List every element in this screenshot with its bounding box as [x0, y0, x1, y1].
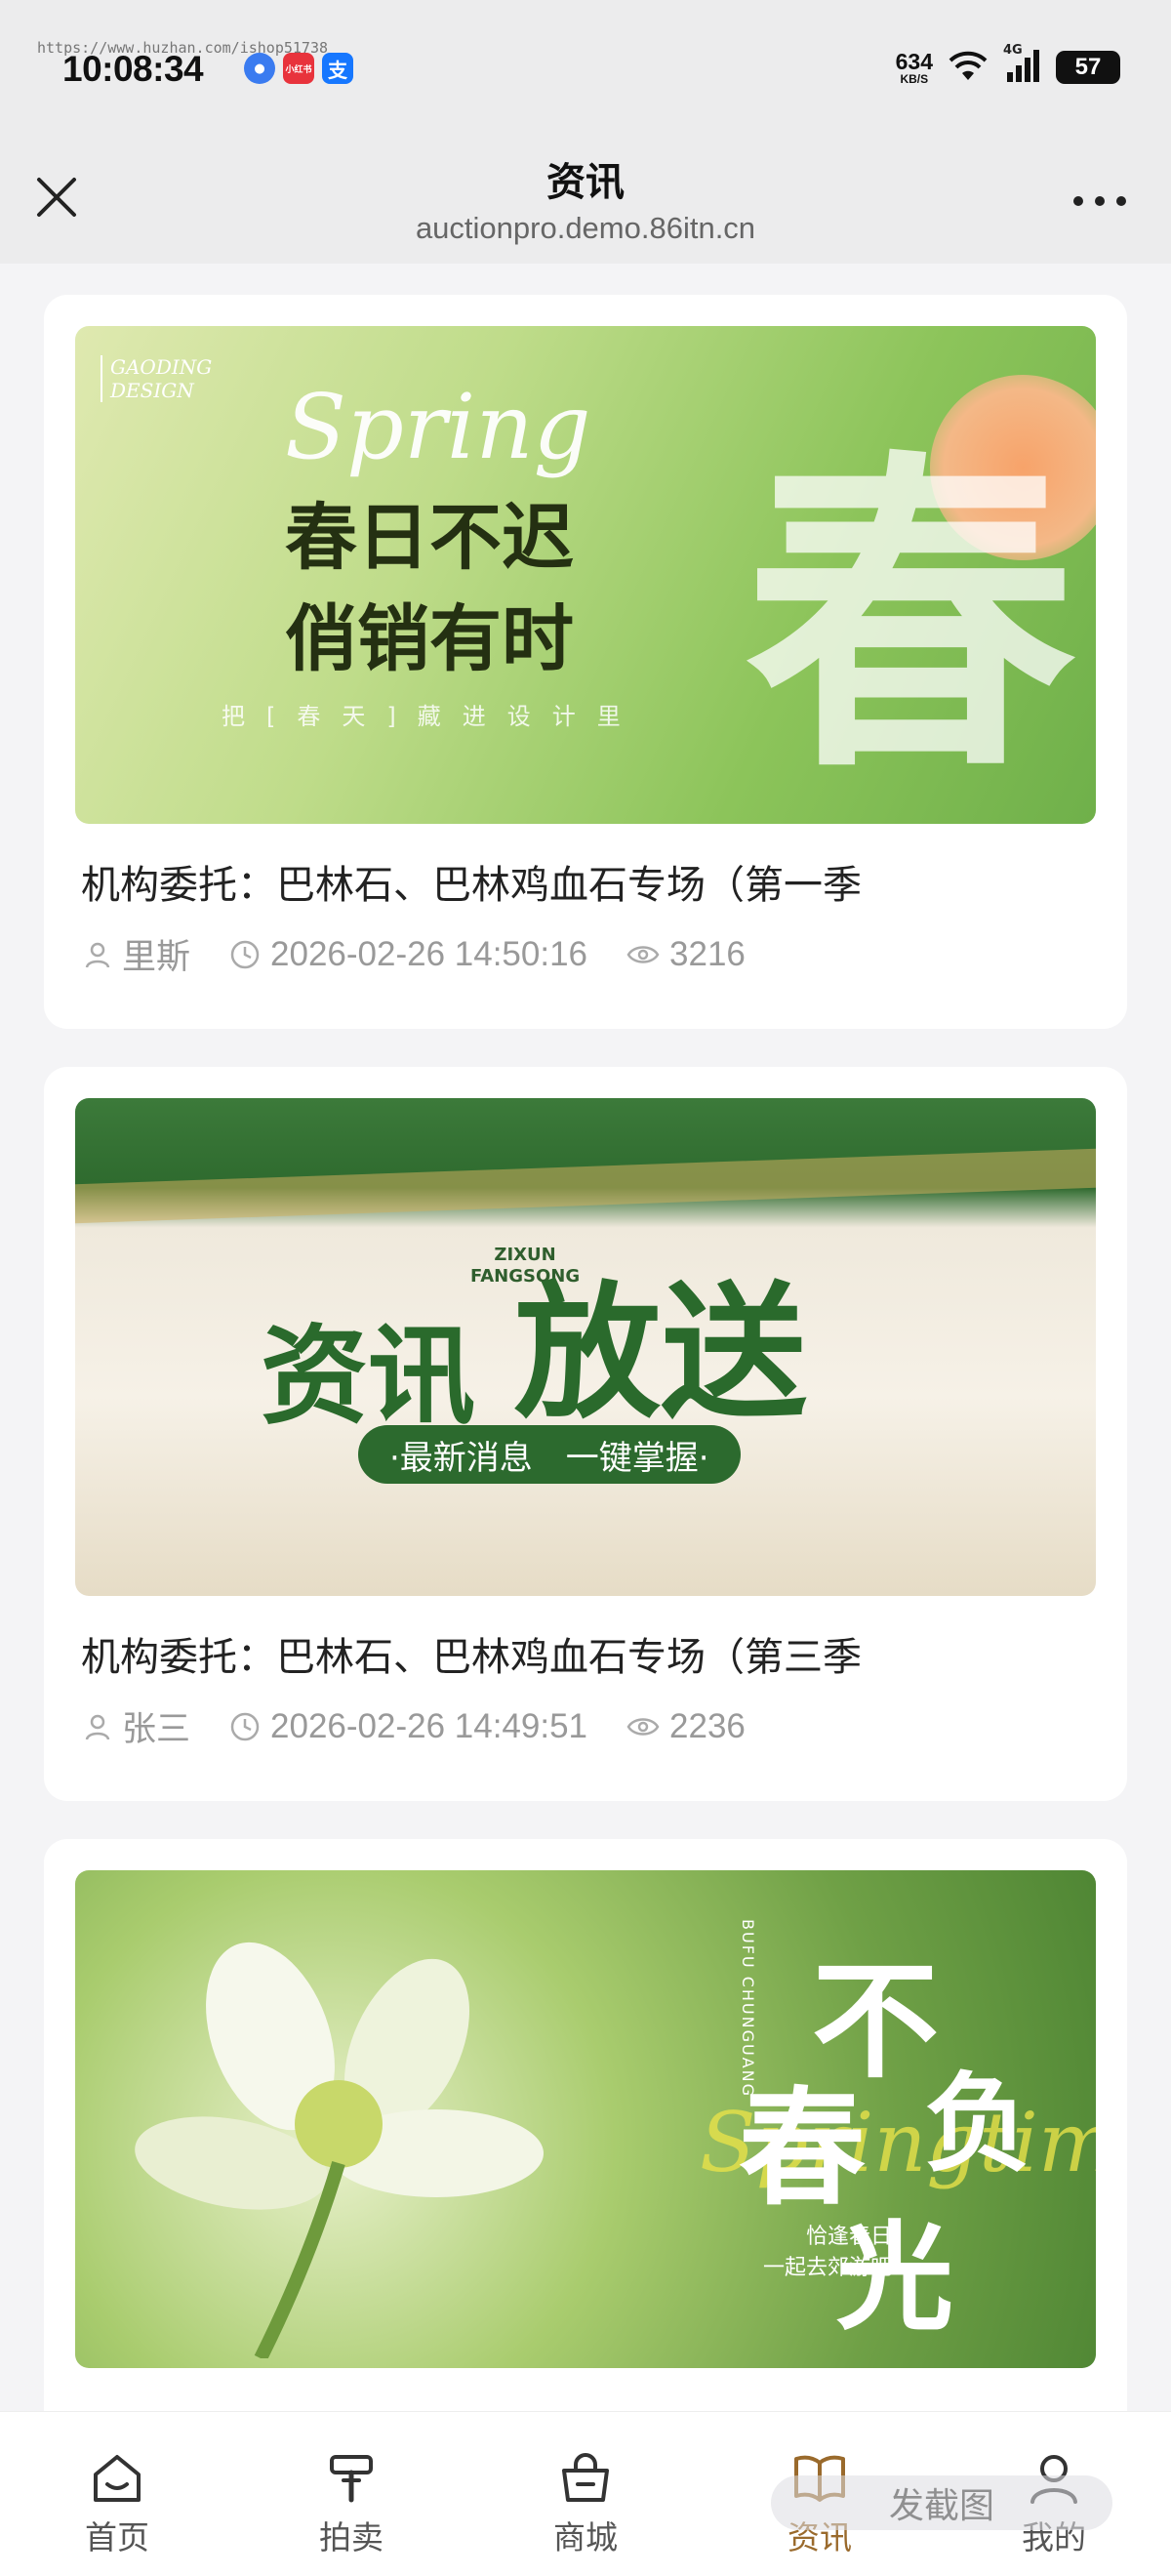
publish-datetime: 2026-02-26 14:50:16 — [270, 934, 588, 973]
publish-time: 2026-02-26 14:50:16 — [229, 935, 587, 974]
banner-slogan: 春日不迟 俏销有时 — [285, 487, 574, 690]
user-icon — [85, 942, 110, 967]
news-card-image[interactable]: GAODING DESIGN 春 Spring 春日不迟 俏销有时 把[春天]藏… — [75, 326, 1096, 824]
blue-app-icon: ● — [244, 53, 275, 84]
tab-label: 首页 — [85, 2518, 149, 2556]
gold-brush-decoration — [75, 1148, 1096, 1224]
tab-home[interactable]: 首页 — [0, 2412, 234, 2576]
view-count-value: 3216 — [669, 934, 746, 973]
screenshot-share-hint[interactable]: 发截图 — [771, 2475, 1112, 2530]
status-bar: https://www.huzhan.com/ishop51738 10:08:… — [0, 0, 1171, 137]
status-indicators: 634 KB/S 4G 57 — [895, 43, 1120, 86]
flower-illustration — [135, 1942, 544, 2358]
banner-headline-en: Spring — [285, 375, 591, 479]
net-speed-unit: KB/S — [900, 71, 929, 86]
banner-slogan-line2: 俏销有时 — [285, 597, 574, 681]
view-count-value: 2236 — [669, 1706, 746, 1745]
author-name: 里斯 — [122, 938, 191, 976]
clock-icon — [230, 940, 260, 968]
news-card-meta: 张三 2026-02-26 14:49:51 2236 — [83, 1701, 785, 1751]
more-button[interactable] — [1068, 182, 1132, 221]
news-card-image[interactable]: BUFU CHUNGUANG Springtime 不 负 春 光 恰逢春日 一… — [75, 1870, 1096, 2368]
news-card-meta: 里斯 2026-02-26 14:50:16 3216 — [83, 929, 785, 979]
news-card[interactable]: GAODING DESIGN 春 Spring 春日不迟 俏销有时 把[春天]藏… — [44, 295, 1127, 1029]
banner-big-char: 春 — [745, 426, 1076, 812]
status-time: 10:08:34 — [62, 49, 204, 89]
auction-hammer-icon — [330, 2455, 373, 2503]
publish-time: 2026-02-26 14:49:51 — [229, 1707, 587, 1746]
news-card-image[interactable]: ZIXUN FANGSONG 资讯 放送 ·最新消息 一键掌握· — [75, 1098, 1096, 1596]
more-dots-icon — [1073, 196, 1126, 206]
author: 里斯 — [83, 929, 190, 979]
eye-icon — [626, 1717, 660, 1736]
net-speed: 634 KB/S — [895, 48, 933, 86]
cellular-signal-icon: 4G — [1003, 43, 1042, 86]
news-list: GAODING DESIGN 春 Spring 春日不迟 俏销有时 把[春天]藏… — [0, 264, 1171, 2411]
tab-label: 商城 — [553, 2518, 618, 2556]
news-card[interactable]: BUFU CHUNGUANG Springtime 不 负 春 光 恰逢春日 一… — [44, 1839, 1127, 2411]
banner-tagline: 把[春天]藏进设计里 — [222, 703, 642, 730]
news-card-title[interactable]: 机构委托：巴林石、巴林鸡血石专场（第三季 — [81, 1625, 862, 1682]
news-card-title[interactable]: 机构委托：巴林石、巴林鸡血石专场（第一季 — [81, 853, 862, 910]
user-icon — [85, 1714, 110, 1739]
banner-word1: 资讯 — [261, 1314, 475, 1439]
spring-banner: GAODING DESIGN 春 Spring 春日不迟 俏销有时 把[春天]藏… — [75, 326, 1096, 824]
view-count: 3216 — [626, 935, 746, 974]
banner-pill: ·最新消息 一键掌握· — [358, 1425, 741, 1484]
battery-indicator: 57 — [1056, 51, 1120, 84]
status-app-icons: ● 小红书 支 — [244, 53, 353, 84]
nav-bar: 资讯 auctionpro.demo.86itn.cn — [0, 137, 1171, 264]
shopping-bag-icon — [562, 2453, 609, 2502]
banner-slogan-line1: 春日不迟 — [285, 496, 574, 580]
author-name: 张三 — [122, 1710, 191, 1748]
banner-brand: GAODING DESIGN — [101, 355, 212, 402]
net-speed-value: 634 — [895, 48, 933, 74]
news-broadcast-banner: ZIXUN FANGSONG 资讯 放送 ·最新消息 一键掌握· — [75, 1098, 1096, 1596]
home-icon — [94, 2455, 141, 2502]
view-count: 2236 — [626, 1707, 746, 1746]
alipay-icon: 支 — [322, 53, 353, 84]
page-url: auctionpro.demo.86itn.cn — [415, 211, 756, 245]
tab-auction[interactable]: 拍卖 — [234, 2412, 468, 2576]
spring-outing-banner: BUFU CHUNGUANG Springtime 不 负 春 光 恰逢春日 一… — [75, 1870, 1096, 2368]
tab-label: 拍卖 — [319, 2518, 384, 2556]
tab-mall[interactable]: 商城 — [468, 2412, 703, 2576]
author: 张三 — [83, 1701, 190, 1751]
network-type: 4G — [1003, 43, 1023, 58]
page-title: 资讯 — [546, 160, 625, 205]
news-card[interactable]: ZIXUN FANGSONG 资讯 放送 ·最新消息 一键掌握· 机构委托：巴林… — [44, 1067, 1127, 1801]
publish-datetime: 2026-02-26 14:49:51 — [270, 1706, 588, 1745]
clock-icon — [230, 1712, 260, 1740]
xiaohongshu-icon: 小红书 — [283, 53, 314, 84]
wifi-icon — [947, 49, 989, 86]
banner-word2: 放送 — [514, 1267, 808, 1439]
eye-icon — [626, 945, 660, 963]
banner-small-text: 恰逢春日 一起去郊游吧 — [763, 2225, 893, 2280]
banner-char2: 负 — [924, 2061, 1031, 2187]
